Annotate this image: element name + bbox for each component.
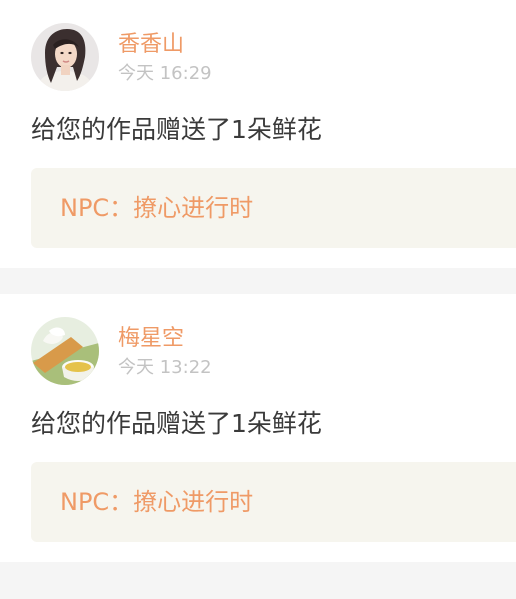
username[interactable]: 香香山 — [118, 32, 184, 58]
work-link-box[interactable]: NPC：撩心进行时 — [31, 168, 516, 248]
notification-feed: 香香山 今天 16:29 给您的作品赠送了1朵鲜花 NPC：撩心进行时 梅星空 … — [0, 0, 516, 599]
user-avatar[interactable] — [31, 317, 99, 385]
work-title: NPC：撩心进行时 — [60, 488, 254, 516]
portrait-avatar-icon — [31, 23, 99, 91]
username[interactable]: 梅星空 — [118, 326, 184, 352]
timestamp: 今天 13:22 — [118, 357, 212, 378]
notification-card: 香香山 今天 16:29 给您的作品赠送了1朵鲜花 NPC：撩心进行时 — [0, 0, 516, 268]
work-link-box[interactable]: NPC：撩心进行时 — [31, 462, 516, 542]
notification-card: 梅星空 今天 13:22 给您的作品赠送了1朵鲜花 NPC：撩心进行时 — [0, 294, 516, 562]
work-title: NPC：撩心进行时 — [60, 194, 254, 222]
tea-cup-avatar-icon — [31, 317, 99, 385]
notification-message: 给您的作品赠送了1朵鲜花 — [31, 409, 322, 438]
notification-message: 给您的作品赠送了1朵鲜花 — [31, 115, 322, 144]
timestamp: 今天 16:29 — [118, 63, 212, 84]
user-avatar[interactable] — [31, 23, 99, 91]
